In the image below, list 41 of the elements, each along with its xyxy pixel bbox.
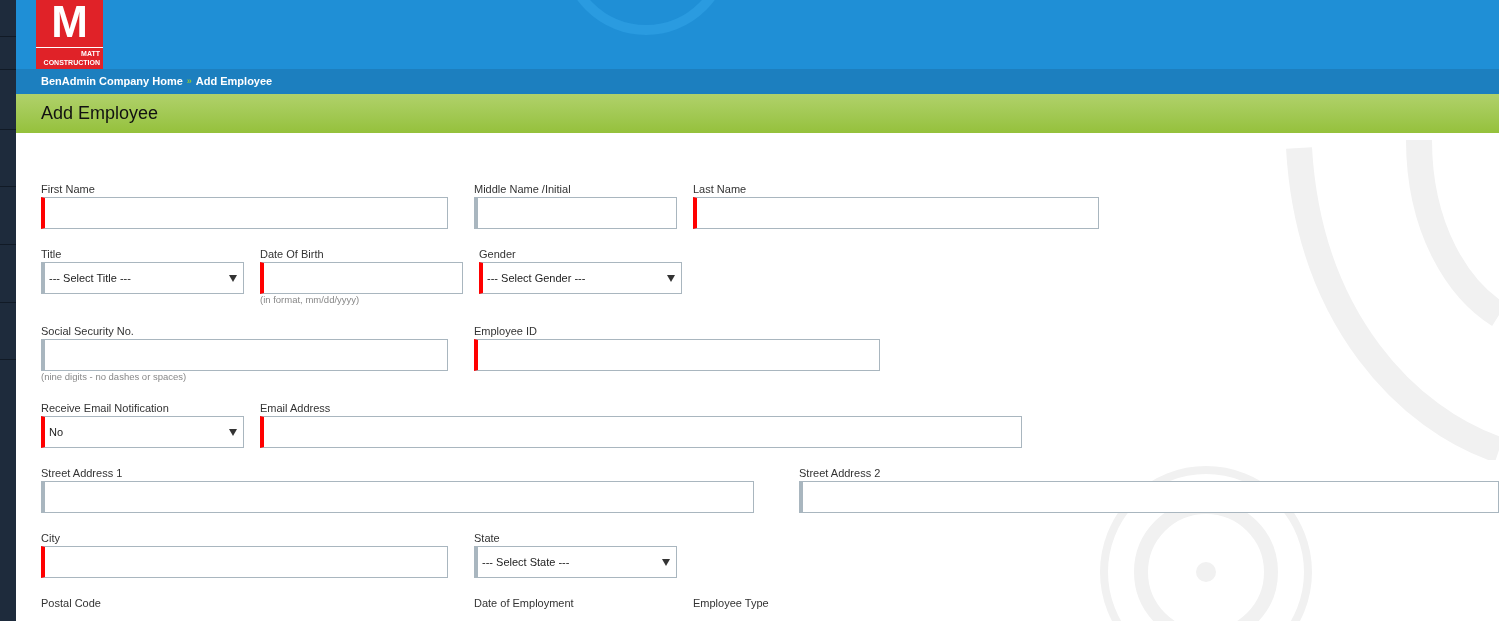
- field-label: Social Security No.: [41, 324, 135, 339]
- field-hint: (nine digits - no dashes or spaces): [41, 371, 188, 383]
- field-label: Middle Name /Initial: [474, 182, 572, 197]
- text-field[interactable]: [41, 546, 448, 578]
- caret-icon: [667, 274, 675, 282]
- field-label: Date Of Birth: [260, 247, 325, 262]
- page-title: Add Employee: [41, 102, 159, 125]
- field-label: Street Address 2: [799, 466, 882, 481]
- field-label: State: [474, 531, 501, 546]
- breadcrumb-separator: »: [186, 74, 192, 88]
- field-label: Title: [41, 247, 63, 262]
- field-label: Last Name: [693, 182, 748, 197]
- text-field[interactable]: [41, 481, 754, 513]
- field-label: Employee Type: [693, 596, 770, 611]
- select-dropdown[interactable]: --- Select State ---: [474, 546, 677, 578]
- select-dropdown[interactable]: --- Select Title ---: [41, 262, 244, 294]
- field-label: Gender: [479, 247, 517, 262]
- field-label: Street Address 1: [41, 466, 124, 481]
- text-field[interactable]: [41, 197, 448, 229]
- text-field[interactable]: [260, 416, 1022, 448]
- text-field[interactable]: [474, 339, 880, 371]
- field-label: Email Address: [260, 401, 332, 416]
- text-field[interactable]: [41, 339, 448, 371]
- select-dropdown[interactable]: No: [41, 416, 244, 448]
- breadcrumb-link[interactable]: Add Employee: [195, 73, 273, 90]
- field-label: Postal Code: [41, 596, 102, 611]
- field-label: City: [41, 531, 61, 546]
- field-label: Date of Employment: [474, 596, 575, 611]
- text-field[interactable]: [799, 481, 1499, 513]
- text-field[interactable]: [260, 262, 463, 294]
- field-label: Employee ID: [474, 324, 538, 339]
- caret-icon: [229, 428, 237, 436]
- breadcrumb-link[interactable]: BenAdmin Company Home: [41, 73, 183, 90]
- field-label: First Name: [41, 182, 96, 197]
- select-dropdown[interactable]: --- Select Gender ---: [479, 262, 682, 294]
- text-field[interactable]: [474, 197, 677, 229]
- text-field[interactable]: [693, 197, 1099, 229]
- field-hint: (in format, mm/dd/yyyy): [260, 294, 361, 306]
- caret-icon: [229, 274, 237, 282]
- field-label: Receive Email Notification: [41, 401, 170, 416]
- caret-icon: [662, 558, 670, 566]
